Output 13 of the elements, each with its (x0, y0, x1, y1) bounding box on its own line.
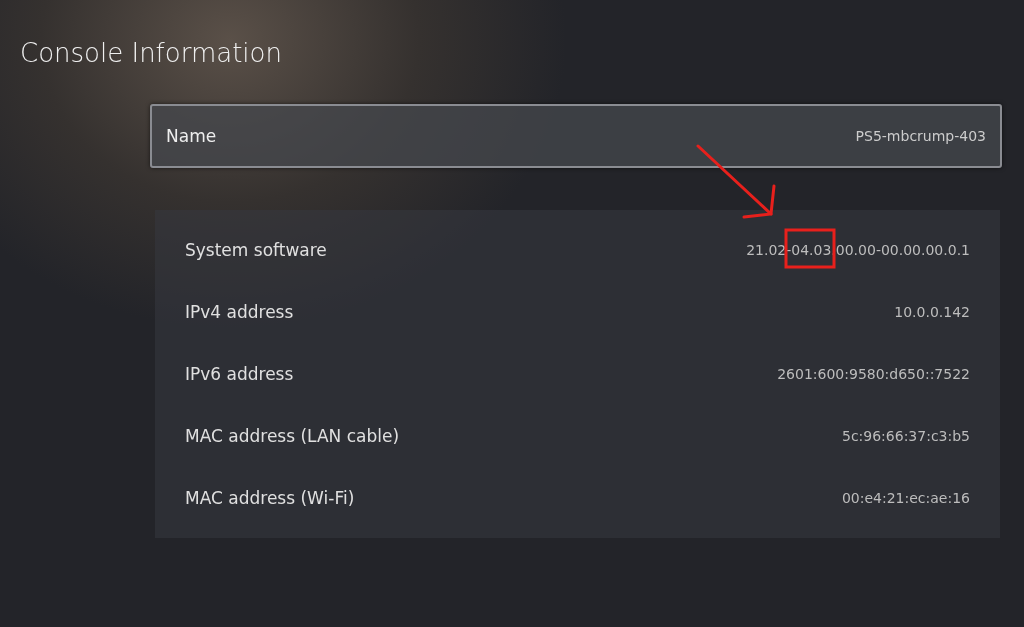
info-label: System software (185, 240, 327, 260)
page-title: Console Information (19, 37, 283, 68)
info-value: 5c:96:66:37:c3:b5 (841, 428, 970, 444)
setting-value: PS5-mbcrump-403 (855, 128, 986, 144)
info-label: IPv6 address (185, 364, 294, 384)
info-value: 10.0.0.142 (894, 304, 970, 320)
info-label: MAC address (Wi-Fi) (185, 488, 355, 508)
name-setting-row[interactable]: Name PS5-mbcrump-403 (150, 104, 1002, 168)
setting-label: Name (166, 126, 217, 146)
info-label: MAC address (LAN cable) (185, 426, 400, 446)
info-label: IPv4 address (185, 302, 294, 322)
info-value: 2601:600:9580:d650::7522 (777, 366, 970, 382)
info-value: 00:e4:21:ec:ae:16 (841, 490, 970, 506)
